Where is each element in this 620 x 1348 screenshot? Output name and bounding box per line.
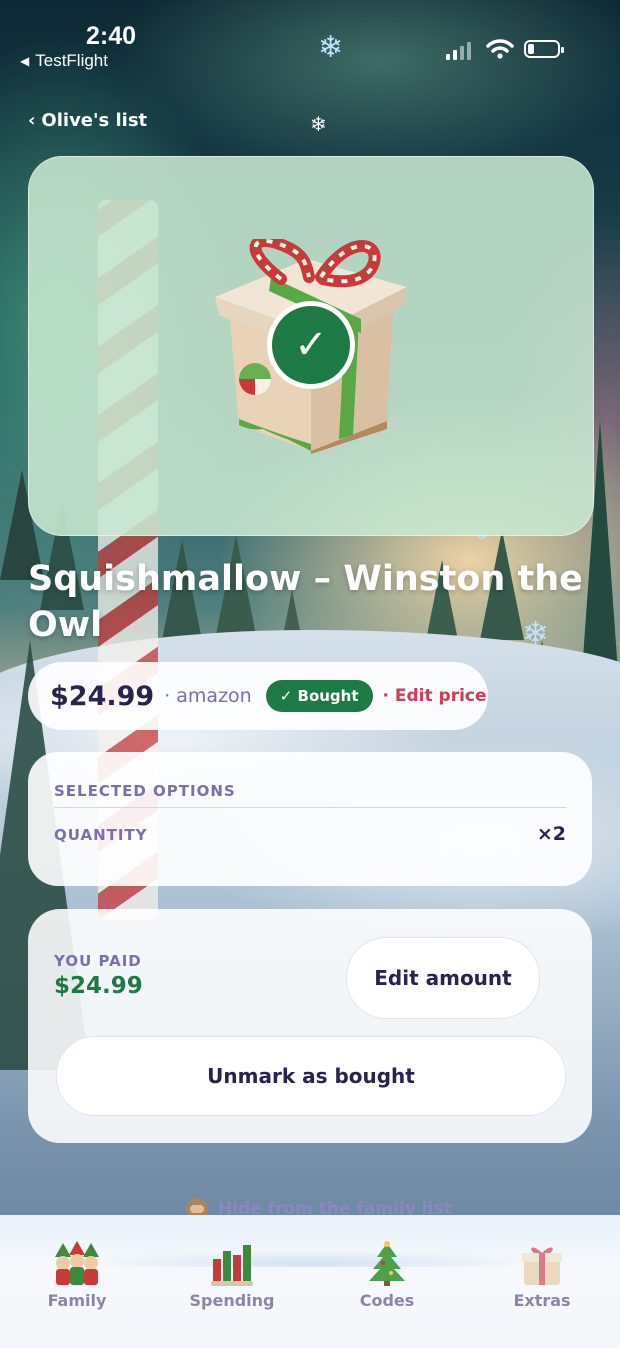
quantity-label: QUANTITY xyxy=(54,826,148,844)
item-image-card: ✓ xyxy=(28,156,594,536)
chevron-left-icon: ‹ xyxy=(28,110,36,131)
paid-amount: $24.99 xyxy=(54,973,143,999)
back-button[interactable]: ‹ Olive's list xyxy=(28,110,147,131)
selected-options-card: SELECTED OPTIONS QUANTITY ×2 xyxy=(28,752,592,886)
selected-options-header: SELECTED OPTIONS xyxy=(54,782,236,800)
wifi-icon xyxy=(486,39,514,59)
battery-icon xyxy=(524,40,564,58)
edit-amount-button[interactable]: Edit amount xyxy=(346,937,540,1019)
tab-codes[interactable]: Codes xyxy=(332,1239,442,1310)
tab-family-label: Family xyxy=(47,1291,107,1310)
elves-icon xyxy=(55,1241,99,1285)
you-paid-label: YOU PAID xyxy=(54,952,142,970)
payment-card: YOU PAID $24.99 Edit amount Unmark as bo… xyxy=(28,909,592,1143)
item-title: Squishmallow – Winston the Owl xyxy=(28,559,583,645)
tab-spending-label: Spending xyxy=(189,1291,275,1310)
status-time: 2:40 xyxy=(86,22,137,50)
tab-family[interactable]: Family xyxy=(22,1239,132,1310)
edit-price-link[interactable]: · Edit price xyxy=(383,686,487,706)
candles-icon xyxy=(211,1245,253,1286)
snowflake-icon: ❄ xyxy=(310,112,327,136)
cellular-signal-icon xyxy=(446,42,471,60)
item-price: $24.99 xyxy=(50,680,155,712)
tab-spending[interactable]: Spending xyxy=(177,1239,287,1310)
bought-check-icon: ✓ xyxy=(267,301,355,389)
christmas-tree-icon xyxy=(369,1241,405,1286)
snowflake-icon: ❄ xyxy=(318,30,344,65)
divider xyxy=(54,807,566,808)
quantity-value: ×2 xyxy=(536,823,566,845)
tab-extras[interactable]: Extras xyxy=(487,1239,597,1310)
tab-extras-label: Extras xyxy=(513,1291,571,1310)
unmark-as-bought-button[interactable]: Unmark as bought xyxy=(56,1036,566,1116)
tab-bar: Family Spending Codes Extras xyxy=(0,1215,620,1348)
store-name: · amazon xyxy=(164,685,252,707)
back-app-label: TestFlight xyxy=(35,51,108,70)
tab-codes-label: Codes xyxy=(359,1291,415,1310)
back-label: Olive's list xyxy=(41,110,148,131)
gift-icon xyxy=(522,1247,562,1285)
bought-status-badge: ✓ Bought xyxy=(265,680,373,712)
back-triangle-icon: ◀ xyxy=(20,54,30,68)
testflight-back-button[interactable]: ◀ TestFlight xyxy=(20,51,108,71)
price-row: $24.99 · amazon ✓ Bought · Edit price xyxy=(28,662,488,730)
